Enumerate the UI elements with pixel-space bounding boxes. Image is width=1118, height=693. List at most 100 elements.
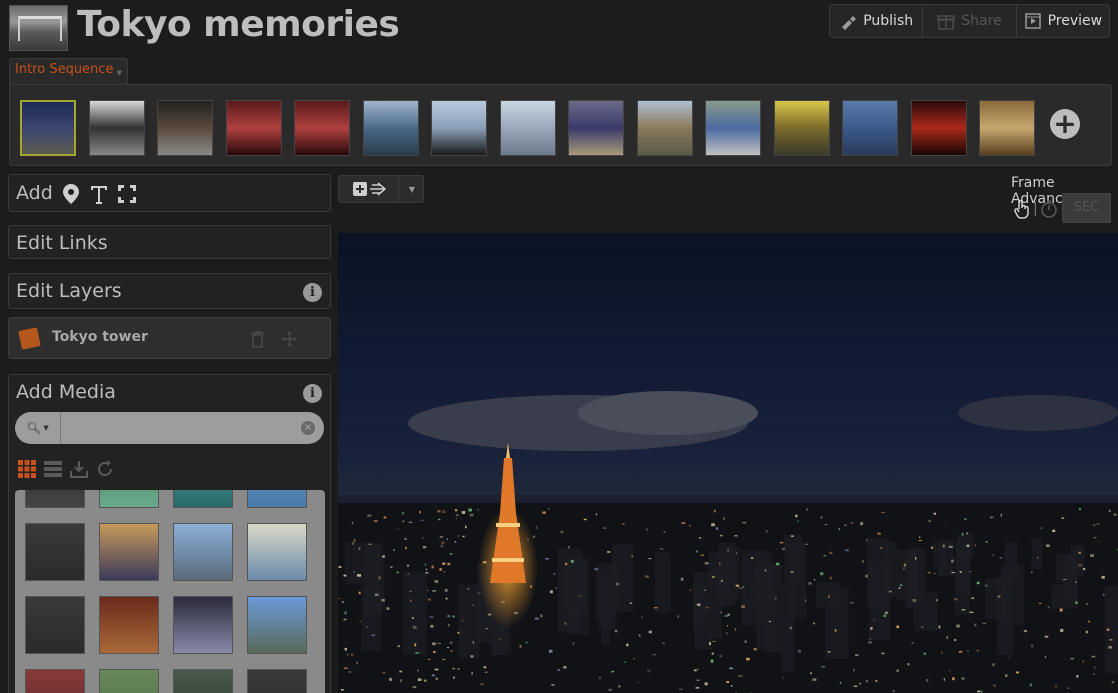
city-light xyxy=(966,544,970,547)
seconds-input[interactable]: SEC xyxy=(1062,193,1111,223)
sequence-frame[interactable] xyxy=(979,100,1035,156)
drag-handle-icon[interactable] xyxy=(282,330,297,348)
city-light xyxy=(549,590,553,594)
city-light xyxy=(434,580,439,583)
media-thumbnail[interactable] xyxy=(25,490,85,508)
sequence-tab[interactable]: Intro Sequence ▼ xyxy=(9,58,128,84)
grid-view-icon[interactable] xyxy=(17,459,37,479)
sequence-frame[interactable] xyxy=(568,100,624,156)
media-thumbnail[interactable] xyxy=(247,669,307,693)
city-light xyxy=(714,509,716,513)
city-light xyxy=(438,518,441,521)
chevron-down-icon[interactable]: ▼ xyxy=(117,69,122,77)
city-light xyxy=(696,679,700,681)
edit-layers-title: Edit Layers xyxy=(16,280,122,302)
city-light xyxy=(696,550,698,553)
city-light xyxy=(838,527,840,531)
clear-search-icon[interactable]: × xyxy=(301,421,315,435)
media-thumbnail[interactable] xyxy=(247,490,307,508)
dropdown-caret-icon[interactable]: ▼ xyxy=(409,185,415,194)
city-light xyxy=(519,644,522,648)
sequence-frame[interactable] xyxy=(225,100,282,156)
sequence-frame[interactable] xyxy=(636,100,693,156)
media-thumbnail[interactable] xyxy=(25,596,85,654)
media-thumbnail[interactable] xyxy=(25,523,85,581)
search-mode-dropdown[interactable]: 🔍︎ ▼ xyxy=(15,412,61,444)
text-icon[interactable] xyxy=(89,183,109,205)
media-thumbnail[interactable] xyxy=(173,490,233,508)
refresh-icon[interactable] xyxy=(95,459,115,479)
city-light xyxy=(557,669,561,671)
city-light xyxy=(614,629,618,633)
media-thumbnail[interactable] xyxy=(99,596,159,654)
city-light xyxy=(570,559,574,563)
city-light xyxy=(746,657,750,661)
project-thumbnail[interactable] xyxy=(9,5,68,51)
city-light xyxy=(638,634,641,637)
trash-icon[interactable] xyxy=(250,330,265,348)
frame-select-icon[interactable] xyxy=(117,183,137,205)
add-frame-button[interactable]: + xyxy=(1050,109,1080,139)
share-button[interactable]: Share xyxy=(923,5,1017,37)
media-thumbnail[interactable] xyxy=(99,490,159,508)
city-light xyxy=(1060,628,1064,632)
city-light xyxy=(540,614,543,618)
sequence-frame[interactable] xyxy=(362,100,419,156)
edit-links-panel[interactable]: Edit Links xyxy=(8,225,331,259)
city-light xyxy=(711,523,715,527)
sequence-frame[interactable] xyxy=(499,100,556,156)
hand-pointer-icon[interactable] xyxy=(1013,199,1031,219)
city-light xyxy=(402,520,405,523)
frame-canvas[interactable] xyxy=(338,233,1118,693)
city-light xyxy=(1059,608,1063,612)
city-light xyxy=(741,605,745,609)
import-icon[interactable] xyxy=(69,459,89,479)
stopwatch-icon[interactable] xyxy=(1040,199,1058,219)
sequence-frame[interactable] xyxy=(773,100,830,156)
media-thumbnail[interactable] xyxy=(25,669,85,693)
media-thumbnail[interactable] xyxy=(99,669,159,693)
sequence-frame[interactable] xyxy=(431,100,487,156)
media-thumbnail[interactable] xyxy=(99,523,159,581)
add-transition-button[interactable] xyxy=(339,176,399,202)
sequence-frame[interactable] xyxy=(157,100,213,156)
city-light xyxy=(598,676,601,679)
media-thumbnail[interactable] xyxy=(247,596,307,654)
layer-item[interactable]: Tokyo tower xyxy=(8,317,331,359)
city-light xyxy=(358,591,361,595)
sequence-frame[interactable] xyxy=(842,100,898,156)
media-thumbnail[interactable] xyxy=(173,669,233,693)
info-icon[interactable]: i xyxy=(303,283,322,302)
list-view-icon[interactable] xyxy=(43,459,63,479)
city-light xyxy=(900,584,903,586)
publish-button[interactable]: Publish xyxy=(830,5,924,37)
sequence-frame[interactable] xyxy=(294,100,350,156)
info-icon[interactable]: i xyxy=(303,384,322,403)
city-light xyxy=(425,572,429,574)
city-light xyxy=(961,532,964,536)
page-title[interactable]: Tokyo memories xyxy=(77,4,400,45)
sequence-frame[interactable] xyxy=(88,100,145,156)
city-light xyxy=(446,538,448,540)
media-thumbnail[interactable] xyxy=(173,596,233,654)
sequence-frame[interactable] xyxy=(20,100,76,156)
city-light xyxy=(467,588,470,590)
edit-layers-panel[interactable]: Edit Layers i xyxy=(8,273,331,309)
city-light xyxy=(700,554,704,556)
city-light xyxy=(393,549,395,551)
search-input[interactable] xyxy=(63,416,299,440)
media-thumbnail[interactable] xyxy=(247,523,307,581)
city-light xyxy=(425,568,428,571)
media-thumbnail[interactable] xyxy=(173,523,233,581)
city-light xyxy=(382,555,385,558)
sequence-frame[interactable] xyxy=(910,100,967,156)
map-pin-icon[interactable] xyxy=(61,183,81,205)
city-light xyxy=(1008,657,1010,659)
preview-button[interactable]: Preview xyxy=(1017,5,1109,37)
city-light xyxy=(952,677,955,681)
city-light xyxy=(437,510,441,513)
city-light xyxy=(974,623,977,627)
sequence-frame[interactable] xyxy=(705,100,761,156)
city-light xyxy=(465,525,467,529)
separator: | xyxy=(1033,201,1038,217)
